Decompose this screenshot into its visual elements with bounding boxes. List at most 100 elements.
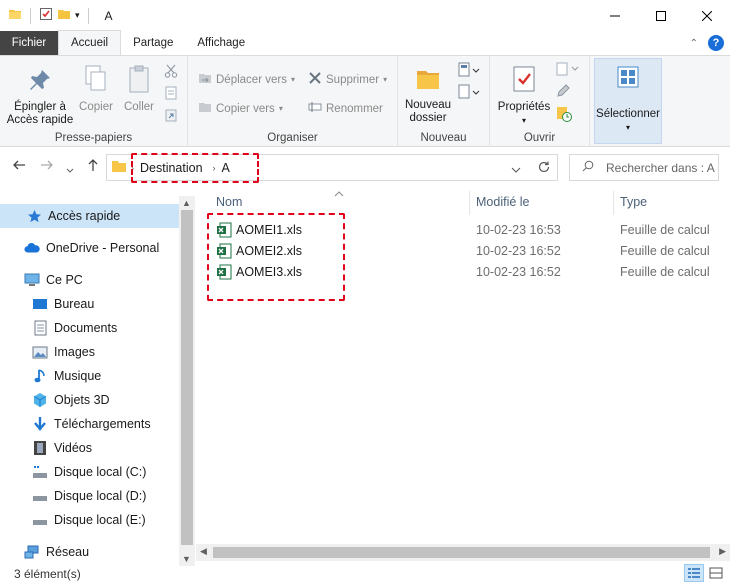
nav-item-documents[interactable]: Documents (0, 316, 179, 340)
properties-button[interactable]: Propriétés ▾ (496, 64, 552, 127)
breadcrumb-separator-icon: › (212, 162, 216, 173)
pin-quick-access-button[interactable]: Épingler à Accès rapide (6, 68, 74, 127)
minimize-button[interactable] (592, 0, 638, 31)
help-icon[interactable]: ? (708, 35, 724, 51)
cut-icon[interactable] (164, 64, 178, 81)
file-name: AOMEI3.xls (236, 265, 302, 279)
tab-share[interactable]: Partage (121, 31, 185, 55)
tab-home[interactable]: Accueil (58, 30, 122, 55)
scroll-left-icon[interactable]: ◀ (200, 546, 207, 557)
organize-group-label: Organiser (267, 132, 318, 144)
cloud-icon (24, 240, 40, 256)
column-header-modified[interactable]: Modifié le (476, 195, 530, 209)
maximize-button[interactable] (638, 0, 684, 31)
nav-item-network[interactable]: Réseau (0, 540, 179, 564)
select-button[interactable]: Sélectionner ▾ (594, 58, 662, 144)
nav-pane-scrollbar[interactable]: ▲ ▼ (179, 196, 195, 566)
move-to-button[interactable]: Déplacer vers ▾ (198, 71, 295, 88)
nav-item-downloads[interactable]: Téléchargements (0, 412, 179, 436)
customize-toolbar-icon[interactable]: ▾ (75, 10, 80, 21)
nav-item-images[interactable]: Images (0, 340, 179, 364)
collapse-ribbon-icon[interactable]: ⌃ (690, 38, 698, 49)
excel-file-icon (216, 222, 232, 241)
address-bar[interactable]: › Destination › A (106, 154, 558, 181)
column-header-type[interactable]: Type (620, 195, 647, 209)
up-arrow-icon[interactable] (86, 158, 100, 175)
file-type: Feuille de calcul (620, 244, 710, 258)
scroll-right-icon[interactable]: ▶ (719, 546, 726, 557)
file-modified: 10-02-23 16:53 (476, 223, 561, 237)
paste-button[interactable]: Coller (120, 64, 158, 114)
scroll-up-icon[interactable]: ▲ (182, 198, 191, 208)
download-arrow-icon (32, 416, 48, 432)
chevron-down-icon: ▾ (278, 104, 283, 113)
nav-item-objects-3d[interactable]: Objets 3D (0, 388, 179, 412)
chevron-down-icon: ▾ (290, 75, 295, 84)
copy-to-icon (198, 100, 212, 117)
file-name: AOMEI1.xls (236, 223, 302, 237)
star-icon (26, 208, 42, 224)
back-arrow-icon[interactable] (12, 158, 26, 175)
search-input[interactable]: Rechercher dans : A (606, 161, 715, 175)
select-grid-icon (616, 65, 640, 93)
refresh-icon[interactable] (537, 160, 551, 177)
nav-item-desktop[interactable]: Bureau (0, 292, 179, 316)
folder-icon (8, 7, 22, 24)
nav-item-this-pc[interactable]: Ce PC (0, 268, 179, 292)
drive-icon (32, 488, 48, 504)
history-icon[interactable] (556, 106, 572, 125)
search-box[interactable]: Rechercher dans : A (569, 154, 719, 181)
address-dropdown-icon[interactable] (511, 163, 521, 177)
nav-item-disk-c[interactable]: Disque local (C:) (0, 460, 179, 484)
status-bar: 3 élément(s) (0, 562, 730, 585)
new-item-icon[interactable] (458, 62, 480, 81)
large-icons-view-button[interactable] (706, 564, 726, 582)
forward-arrow-icon[interactable] (40, 158, 54, 175)
details-view-icon (688, 568, 700, 578)
large-icons-view-icon (709, 567, 723, 579)
open-icon[interactable] (556, 62, 580, 79)
properties-icon[interactable] (39, 7, 53, 24)
nav-item-disk-d[interactable]: Disque local (D:) (0, 484, 179, 508)
scrollbar-thumb[interactable] (213, 547, 710, 558)
rename-button[interactable]: Renommer (308, 100, 383, 117)
easy-access-icon[interactable] (458, 84, 480, 103)
nav-item-disk-e[interactable]: Disque local (E:) (0, 508, 179, 532)
edit-icon[interactable] (556, 84, 570, 101)
clipboard-icon (127, 64, 151, 98)
paste-shortcut-icon[interactable] (164, 108, 178, 125)
file-row[interactable]: AOMEI3.xls 10-02-23 16:52 Feuille de cal… (196, 262, 730, 283)
horizontal-scrollbar[interactable]: ◀ ▶ (196, 544, 730, 561)
open-group-label: Ouvrir (523, 132, 556, 144)
new-folder-button[interactable]: Nouveau dossier (404, 66, 452, 125)
chevron-down-icon: ▾ (625, 123, 630, 132)
maximize-icon (656, 10, 666, 21)
nav-item-onedrive[interactable]: OneDrive - Personal (0, 236, 179, 260)
nav-item-music[interactable]: Musique (0, 364, 179, 388)
tab-view[interactable]: Affichage (185, 31, 257, 55)
breadcrumb-a[interactable]: A (222, 161, 230, 175)
copy-button[interactable]: Copier (76, 64, 116, 114)
delete-button[interactable]: Supprimer ▾ (308, 71, 387, 88)
ribbon-tabs: Fichier Accueil Partage Affichage ⌃ ? (0, 30, 730, 55)
file-row[interactable]: AOMEI1.xls 10-02-23 16:53 Feuille de cal… (196, 220, 730, 241)
nav-item-videos[interactable]: Vidéos (0, 436, 179, 460)
breadcrumb-destination[interactable]: Destination (140, 161, 203, 175)
new-folder-icon (415, 66, 441, 96)
new-folder-icon[interactable] (57, 7, 71, 24)
close-icon (702, 10, 712, 21)
column-header-name[interactable]: Nom (216, 195, 242, 209)
file-row[interactable]: AOMEI2.xls 10-02-23 16:52 Feuille de cal… (196, 241, 730, 262)
computer-icon (24, 272, 40, 288)
recent-locations-icon[interactable] (66, 161, 74, 177)
title-bar: ▾ A (0, 0, 730, 31)
scrollbar-thumb[interactable] (181, 210, 193, 545)
details-view-button[interactable] (684, 564, 704, 582)
item-count: 3 élément(s) (14, 567, 81, 581)
pin-icon (28, 68, 52, 98)
copy-path-icon[interactable] (164, 86, 178, 103)
close-button[interactable] (684, 0, 730, 31)
nav-item-quick-access[interactable]: Accès rapide (0, 204, 179, 228)
tab-file[interactable]: Fichier (0, 31, 58, 55)
copy-to-button[interactable]: Copier vers ▾ (198, 100, 283, 117)
